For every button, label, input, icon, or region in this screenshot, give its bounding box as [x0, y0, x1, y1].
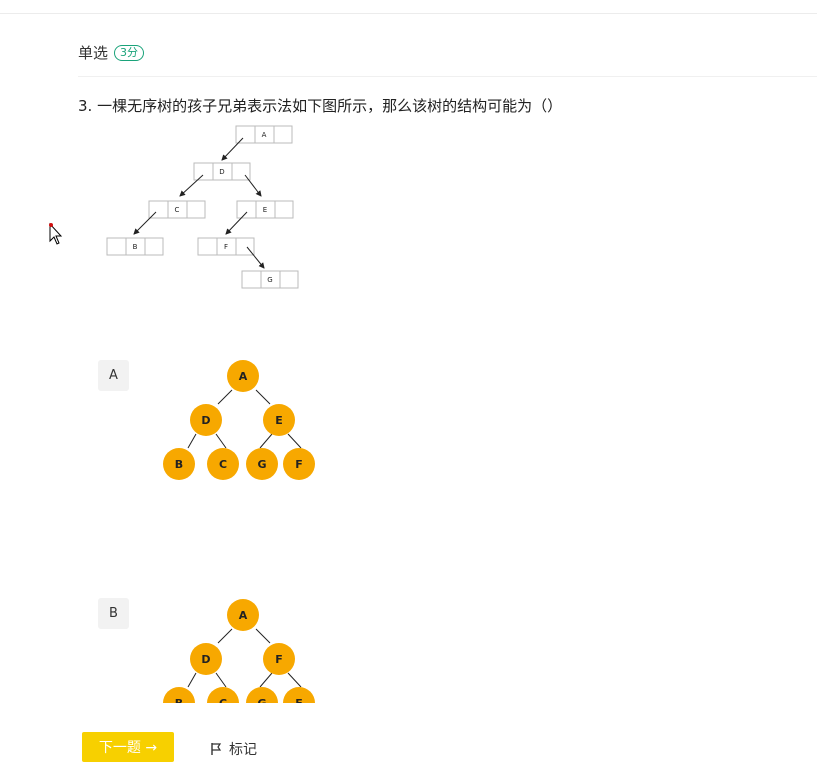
header-divider [78, 76, 817, 77]
svg-text:C: C [219, 697, 227, 703]
option-a-tree[interactable]: A D E B C G F [158, 356, 323, 486]
top-divider [0, 13, 817, 14]
svg-text:A: A [239, 370, 248, 383]
option-b-tree[interactable]: A D F B C G E [158, 595, 323, 703]
svg-text:F: F [295, 458, 303, 471]
mark-label: 标记 [229, 742, 257, 758]
diagram-node-label: A [262, 131, 267, 139]
svg-text:D: D [201, 414, 210, 427]
svg-text:E: E [275, 414, 283, 427]
svg-text:D: D [201, 653, 210, 666]
tree-node: F [283, 448, 315, 480]
tree-node: E [263, 404, 295, 436]
svg-text:E: E [295, 697, 303, 703]
svg-text:B: B [175, 697, 183, 703]
tree-node: C [207, 448, 239, 480]
svg-text:G: G [257, 697, 266, 703]
tree-node: E [283, 687, 315, 703]
tree-node: F [263, 643, 295, 675]
mark-button[interactable]: 标记 [209, 739, 257, 759]
question-header: 单选 3分 [78, 42, 145, 63]
svg-text:F: F [275, 653, 283, 666]
question-diagram: A D C E B F G [106, 125, 299, 289]
mouse-cursor-icon [49, 222, 63, 245]
diagram-node-label: B [133, 243, 138, 251]
tree-node: A [227, 599, 259, 631]
flag-icon [211, 743, 222, 755]
diagram-node-label: G [267, 276, 272, 284]
svg-text:G: G [257, 458, 266, 471]
tree-node: D [190, 404, 222, 436]
tree-node: G [246, 448, 278, 480]
option-b-label[interactable]: B [98, 598, 129, 629]
diagram-node-label: C [175, 206, 180, 214]
question-type: 单选 [78, 44, 109, 62]
question-text: 3. 一棵无序树的孩子兄弟表示法如下图所示，那么该树的结构可能为（） [78, 97, 563, 115]
svg-text:A: A [239, 609, 248, 622]
tree-node: B [163, 448, 195, 480]
svg-text:C: C [219, 458, 227, 471]
diagram-node-label: E [263, 206, 267, 214]
score-badge: 3分 [114, 44, 145, 61]
next-question-button[interactable]: 下一题 → [82, 732, 174, 762]
tree-node: B [163, 687, 195, 703]
diagram-node-label: D [219, 168, 224, 176]
tree-node: A [227, 360, 259, 392]
tree-node: G [246, 687, 278, 703]
svg-text:B: B [175, 458, 183, 471]
tree-node: C [207, 687, 239, 703]
option-a-label[interactable]: A [98, 360, 129, 391]
tree-node: D [190, 643, 222, 675]
diagram-node-label: F [224, 243, 228, 251]
